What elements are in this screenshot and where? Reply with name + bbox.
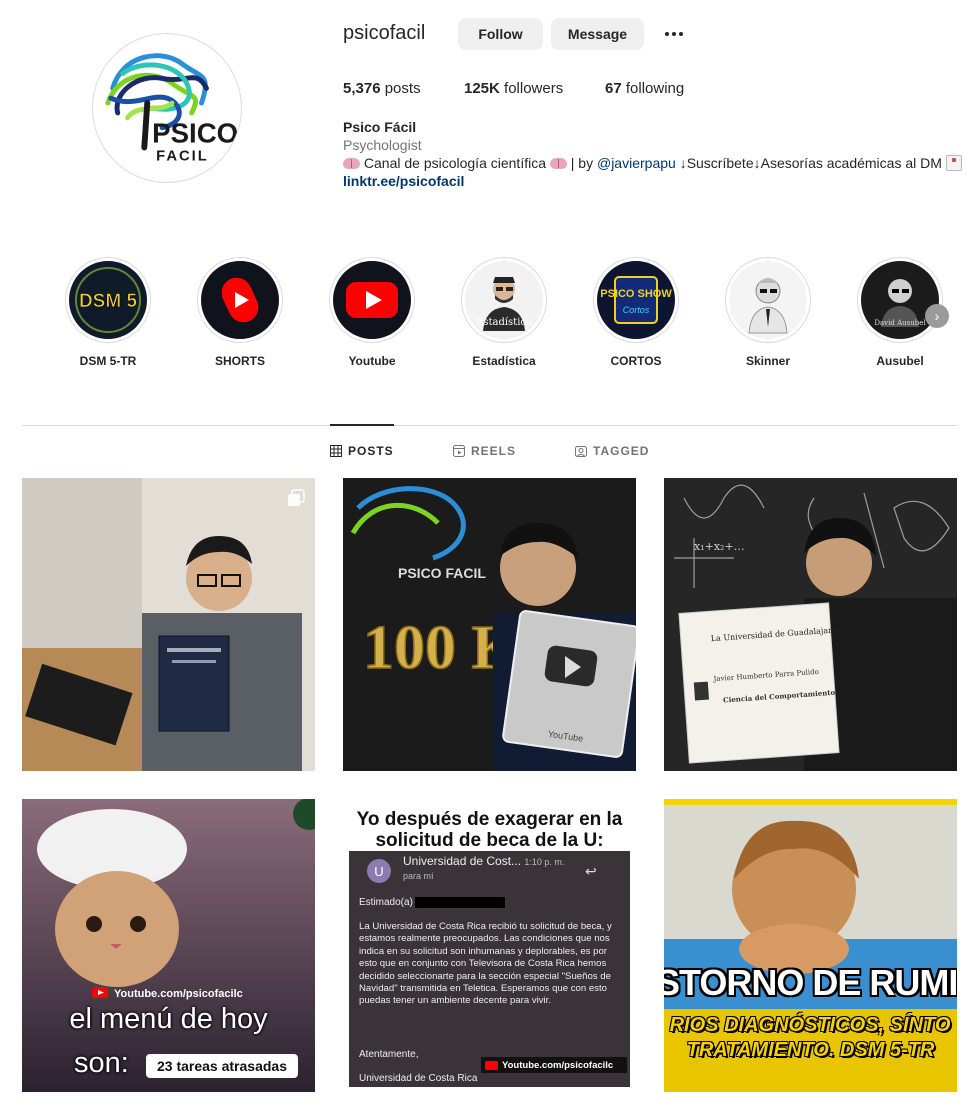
following-stat[interactable]: 67 following (605, 80, 684, 97)
logo-text-psico: PSICO (152, 118, 238, 149)
tab-posts-label: POSTS (348, 444, 394, 458)
highlight-label: Ausubel (876, 354, 924, 368)
reply-icon: ↩ (585, 863, 597, 879)
post-thumbnail-1[interactable] (22, 478, 315, 771)
highlight-skinner[interactable]: Skinner (718, 257, 818, 368)
active-tab-indicator (330, 424, 394, 426)
post-2-image: PSICO FACIL 100 K YouTube (343, 478, 636, 771)
svg-text:Cortos: Cortos (623, 305, 650, 315)
youtube-watermark: Youtube.com/psicofacilc (481, 1057, 627, 1073)
sender-avatar: U (367, 859, 391, 883)
highlight-label: Skinner (745, 354, 790, 368)
post-4-image: Youtube.com/psicofacilc (22, 799, 315, 1092)
tab-posts[interactable]: POSTS (330, 444, 394, 458)
post-5-title: Yo después de exagerar en la solicitud d… (356, 809, 623, 851)
bio-mention-link[interactable]: @javierpapu (597, 155, 676, 171)
post-thumbnail-4[interactable]: Youtube.com/psicofacilc el menú de hoy s… (22, 799, 315, 1092)
post-thumbnail-5[interactable]: Yo después de exagerar en la solicitud d… (343, 799, 636, 1092)
highlight-ausubel-cover: David Ausubel (861, 261, 939, 339)
email-greeting: Estimado(a) (359, 897, 413, 908)
svg-text:PSICO FACIL: PSICO FACIL (398, 565, 486, 581)
brain-emoji-icon (343, 158, 360, 169)
highlight-youtube[interactable]: Youtube (322, 257, 422, 368)
svg-text:Estadística: Estadística (476, 317, 532, 328)
profile-category: Psychologist (343, 137, 422, 153)
youtube-icon (485, 1060, 498, 1070)
highlights-next-arrow-icon[interactable]: › (925, 304, 949, 328)
posts-stat: 5,376 posts (343, 80, 421, 97)
posts-label: posts (384, 80, 421, 97)
post-6-subtitle-1: RIOS DIAGNÓSTICOS, SÍNTO (669, 1014, 951, 1036)
profile-avatar[interactable]: PSICO FACIL (92, 33, 242, 183)
highlight-dsm5-cover: DSM 5 (69, 261, 147, 339)
svg-text:DSM 5: DSM 5 (79, 291, 138, 312)
post-5-email-card: U Universidad de Cost... 1:10 p. m. para… (349, 851, 630, 1087)
post-3-image: x₁+x₂+… La Universidad de Guadalajara Ja… (664, 478, 957, 771)
psicofacil-logo: PSICO FACIL (105, 53, 238, 164)
grid-icon (330, 445, 342, 457)
post-1-image (22, 478, 315, 771)
post-thumbnail-2[interactable]: PSICO FACIL 100 K YouTube (343, 478, 636, 771)
bio-text: Canal de psicología científica | by @jav… (343, 154, 963, 172)
tab-tagged[interactable]: TAGGED (575, 444, 649, 458)
highlight-label: Estadística (472, 354, 536, 368)
highlight-cortos[interactable]: PSICO SHOW Cortos CORTOS (586, 257, 686, 368)
logo-text-facil: FACIL (156, 148, 209, 164)
more-options-icon[interactable] (660, 22, 688, 46)
highlight-estadistica[interactable]: Estadística Estadística (454, 257, 554, 368)
tagged-icon (575, 446, 587, 457)
posts-count: 5,376 (343, 80, 381, 97)
follow-button[interactable]: Follow (458, 18, 543, 50)
post-4-badge: 23 tareas atrasadas (146, 1054, 298, 1078)
highlight-cortos-cover: PSICO SHOW Cortos (597, 261, 675, 339)
tab-tagged-label: TAGGED (593, 444, 650, 458)
svg-text:PSICO SHOW: PSICO SHOW (600, 288, 672, 300)
followers-count: 125K (464, 80, 500, 97)
brain-emoji-icon (549, 158, 567, 169)
email-closing: Atentamente, (359, 1049, 419, 1060)
youtube-icon (333, 261, 411, 339)
tab-reels[interactable]: REELS (453, 444, 516, 458)
highlight-shorts[interactable]: SHORTS (190, 257, 290, 368)
following-label: following (625, 80, 685, 97)
email-sender: Universidad de Cost... 1:10 p. m. (403, 854, 565, 868)
message-button[interactable]: Message (551, 18, 644, 50)
highlight-dsm5[interactable]: DSM 5 DSM 5-TR (58, 257, 158, 368)
highlight-label: CORTOS (610, 354, 662, 368)
highlight-label: SHORTS (214, 354, 265, 368)
highlight-label: DSM 5-TR (79, 354, 137, 368)
redacted-bar (415, 897, 505, 908)
post-6-subtitle-2: TRATAMIENTO. DSM 5-TR (686, 1039, 935, 1061)
followers-label: followers (504, 80, 564, 97)
svg-text:David Ausubel: David Ausubel (874, 319, 926, 327)
tabs-divider (22, 425, 957, 426)
post-thumbnail-3[interactable]: x₁+x₂+… La Universidad de Guadalajara Ja… (664, 478, 957, 771)
email-recipient: para mí (403, 871, 434, 881)
email-signature: Universidad de Costa Rica (359, 1073, 478, 1084)
highlight-estadistica-cover: Estadística (465, 261, 543, 339)
highlight-label: Youtube (348, 354, 396, 368)
highlight-skinner-cover (729, 261, 807, 339)
following-count: 67 (605, 80, 622, 97)
post-4-caption-line1: el menú de hoy (69, 1003, 268, 1035)
profile-username: psicofacil (343, 22, 426, 44)
email-body: La Universidad de Costa Rica recibió tu … (359, 921, 612, 1007)
bio-text-part2: | by (570, 155, 594, 171)
reels-icon (453, 445, 465, 457)
followers-stat[interactable]: 125K followers (464, 80, 563, 97)
shorts-icon (201, 261, 279, 339)
svg-text:x₁+x₂+…: x₁+x₂+… (694, 540, 745, 553)
tab-reels-label: REELS (471, 444, 517, 458)
post-4-caption-line2: son: (74, 1047, 129, 1079)
profile-bio: Psico Fácil Psychologist Canal de psicol… (343, 118, 963, 190)
bio-text-part1: Canal de psicología científica (363, 155, 546, 171)
svg-text:Youtube.com/psicofacilc: Youtube.com/psicofacilc (114, 988, 243, 1000)
bio-text-part3: ↓Suscríbete↓Asesorías académicas al DM (679, 155, 942, 171)
profile-full-name: Psico Fácil (343, 119, 417, 135)
post-6-title: STORNO DE RUMIA (664, 962, 957, 1003)
bio-external-link[interactable]: linktr.ee/psicofacil (343, 172, 963, 190)
mailbox-emoji-icon (945, 155, 962, 171)
post-thumbnail-6[interactable]: STORNO DE RUMIA RIOS DIAGNÓSTICOS, SÍNTO… (664, 799, 957, 1092)
